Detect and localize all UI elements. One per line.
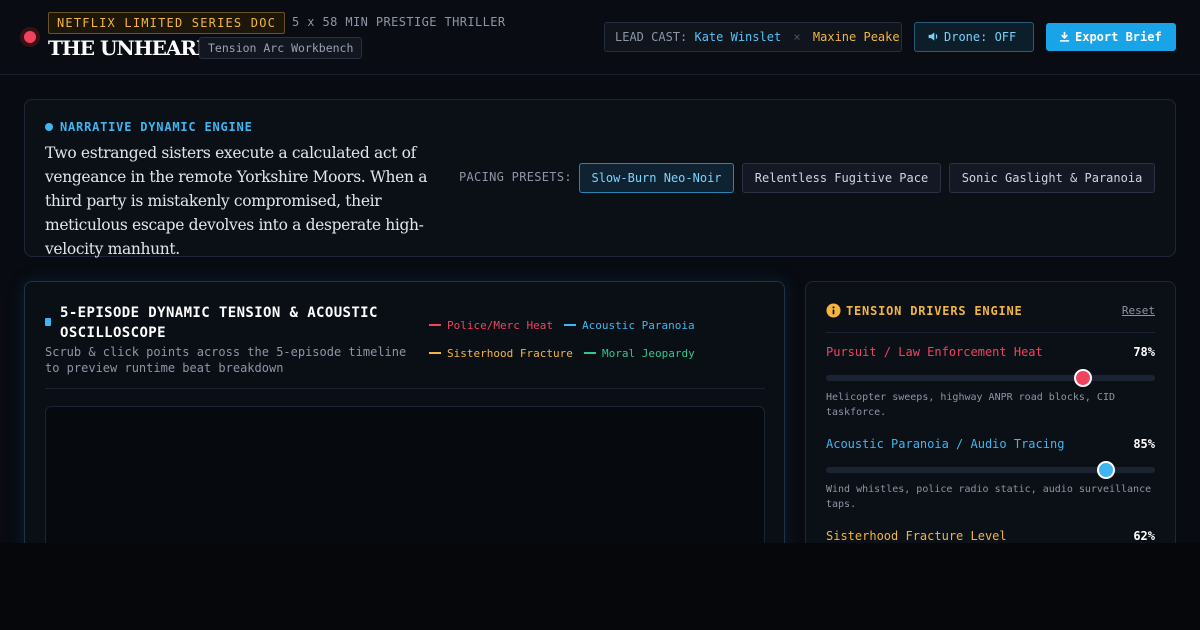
oscilloscope-title: 5-EPISODE DYNAMIC TENSION & ACOUSTIC OSC… [60, 305, 378, 341]
driver-value-sisterhood-fracture: 62% [1133, 529, 1155, 543]
slider-track-pursuit-heat[interactable] [826, 369, 1155, 387]
legend-label: Acoustic Paranoia [582, 319, 695, 332]
driver-name-acoustic-paranoia: Acoustic Paranoia / Audio Tracing [826, 437, 1065, 451]
tension-drivers-panel: TENSION DRIVERS ENGINE Reset Pursuit / L… [805, 281, 1176, 543]
preset-slow-burn-neo-noir[interactable]: Slow-Burn Neo-Noir [579, 163, 734, 193]
pacing-presets-label: PACING PRESETS: [459, 170, 572, 184]
driver-name-sisterhood-fracture: Sisterhood Fracture Level [826, 529, 1007, 543]
synopsis-text: Two estranged sisters execute a calculat… [45, 144, 428, 258]
legend-police-merc-heat: Police/Merc Heat [429, 319, 553, 332]
series-badge: NETFLIX LIMITED SERIES DOC [48, 12, 286, 34]
top-bar: NETFLIX LIMITED SERIES DOC 5 x 58 MIN PR… [0, 0, 1200, 75]
show-title: THE UNHEARD [48, 36, 213, 60]
slider-thumb-acoustic-paranoia[interactable] [1096, 461, 1115, 479]
oscilloscope-subtitle: Scrub & click points across the 5-episod… [45, 345, 407, 375]
workbench-tag: Tension Arc Workbench [199, 37, 363, 59]
export-brief-label: Export Brief [1075, 30, 1162, 44]
oscilloscope-canvas[interactable] [45, 406, 765, 543]
legend-label: Sisterhood Fracture [447, 347, 573, 360]
oscilloscope-panel: 5-EPISODE DYNAMIC TENSION & ACOUSTIC OSC… [24, 281, 785, 543]
slider-track-acoustic-paranoia[interactable] [826, 461, 1155, 479]
divider [45, 388, 765, 389]
lead-cast-separator: × [793, 30, 801, 44]
slider-thumb-pursuit-heat[interactable] [1073, 369, 1092, 387]
lead-cast-actor-1: Kate Winslet [694, 30, 782, 44]
app-viewport: NETFLIX LIMITED SERIES DOC 5 x 58 MIN PR… [0, 0, 1200, 543]
preset-relentless-fugitive-pace[interactable]: Relentless Fugitive Pace [742, 163, 941, 193]
legend-swatch-icon [429, 352, 441, 354]
lead-cast-label: LEAD CAST: [615, 30, 688, 44]
export-brief-button[interactable]: Export Brief [1046, 23, 1176, 51]
divider [826, 332, 1155, 333]
driver-value-pursuit-heat: 78% [1133, 345, 1155, 359]
lead-cast-actor-2: Maxine Peake [812, 30, 900, 44]
download-icon [1059, 31, 1070, 42]
status-dot-icon [45, 123, 53, 131]
drone-toggle-label: Drone: OFF [944, 30, 1017, 44]
narrative-engine-card: NARRATIVE DYNAMIC ENGINE Two estranged s… [24, 99, 1176, 258]
legend-swatch-icon [429, 324, 441, 326]
legend-acoustic-paranoia: Acoustic Paranoia [564, 319, 695, 332]
legend-label: Police/Merc Heat [447, 319, 553, 332]
driver-name-pursuit-heat: Pursuit / Law Enforcement Heat [826, 345, 1043, 359]
legend-moral-jeopardy: Moral Jeopardy [584, 347, 695, 360]
driver-desc-pursuit-heat: Helicopter sweeps, highway ANPR road blo… [826, 392, 1115, 418]
driver-value-acoustic-paranoia: 85% [1133, 437, 1155, 451]
lead-cast-box: LEAD CAST: Kate Winslet × Maxine Peake [604, 22, 902, 52]
tension-drivers-heading: TENSION DRIVERS ENGINE [826, 303, 1023, 318]
narrative-engine-label: NARRATIVE DYNAMIC ENGINE [60, 120, 253, 134]
legend-label: Moral Jeopardy [602, 347, 695, 360]
driver-desc-acoustic-paranoia: Wind whistles, police radio static, audi… [826, 484, 1152, 510]
speaker-icon [928, 32, 938, 41]
info-icon [826, 303, 841, 318]
reset-button[interactable]: Reset [1122, 304, 1155, 317]
series-meta: 5 x 58 MIN PRESTIGE THRILLER [292, 15, 506, 29]
narrative-engine-heading: NARRATIVE DYNAMIC ENGINE [45, 120, 253, 134]
record-indicator-icon [20, 27, 40, 47]
panel-marker-icon [45, 318, 51, 326]
tension-drivers-title: TENSION DRIVERS ENGINE [846, 304, 1023, 318]
legend-swatch-icon [584, 352, 596, 354]
preset-sonic-gaslight-paranoia[interactable]: Sonic Gaslight & Paranoia [949, 163, 1155, 193]
legend-swatch-icon [564, 324, 576, 326]
legend-sisterhood-fracture: Sisterhood Fracture [429, 347, 573, 360]
drone-toggle-button[interactable]: Drone: OFF [914, 22, 1034, 52]
